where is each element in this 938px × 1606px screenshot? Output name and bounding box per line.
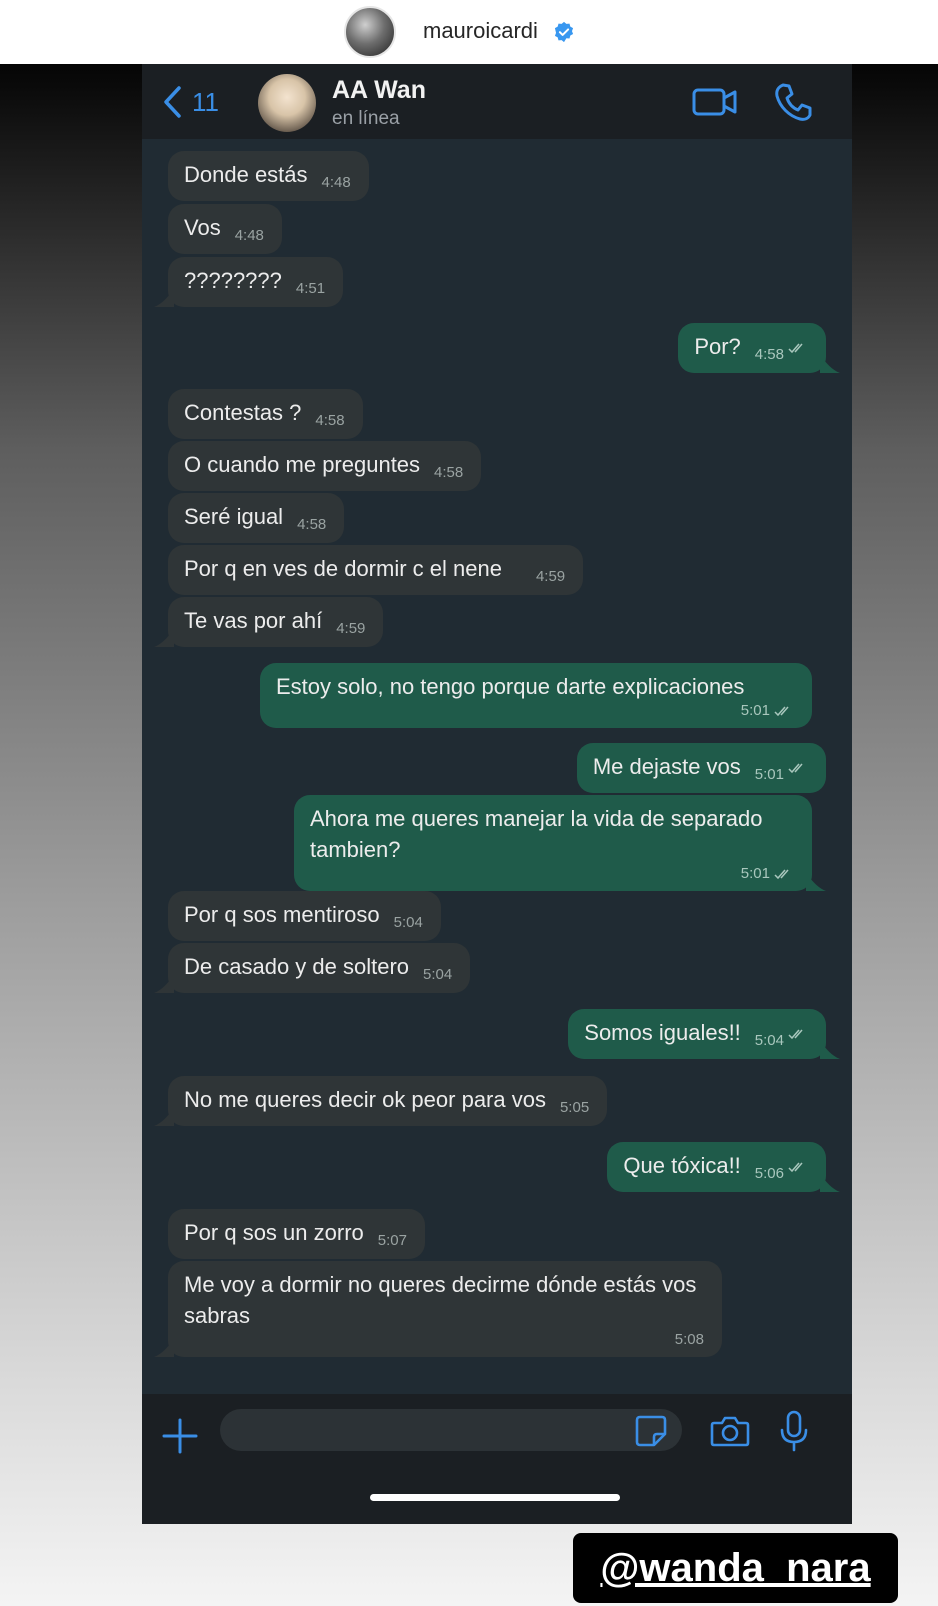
message-text: Por q sos mentiroso [184,902,380,927]
message-text: Me voy a dormir no queres decirme dónde … [184,1272,697,1328]
message-bubble-incoming[interactable]: Me voy a dormir no queres decirme dónde … [154,1261,722,1357]
message-text: Estoy solo, no tengo porque darte explic… [276,674,745,699]
message-bubble-incoming[interactable]: Por q en ves de dormir c el nene 4:59 [168,545,584,595]
double-check-icon [788,343,803,354]
message-time: 4:58 [754,346,784,363]
message-time: 4:58 [297,516,327,533]
message-text: De casado y de soltero [184,954,410,979]
message-time: 5:04 [754,1032,784,1049]
message-bubble-incoming[interactable]: De casado y de soltero 5:04 [154,943,471,993]
message-time: 4:59 [535,568,566,585]
message-time: 5:08 [674,1331,704,1348]
message-text: Por q sos un zorro [184,1220,364,1245]
composer-bar [142,1394,852,1524]
message-text: Por? [694,334,741,359]
message-input[interactable] [220,1409,682,1451]
bubble-tail [820,1174,840,1192]
bubble-tail [154,289,174,307]
message-time: 5:07 [377,1232,407,1249]
message-bubble-outgoing[interactable]: Ahora me queres manejar la vida de separ… [294,795,826,891]
story-header: mauroicardi [0,0,938,64]
message-bubble-incoming[interactable]: O cuando me preguntes 4:58 [168,441,482,491]
message-time: 5:01 [740,702,770,719]
message-text: Me dejaste vos [592,754,741,779]
message-time: 5:01 [754,766,784,783]
phone-icon[interactable] [774,82,812,122]
message-bubble-incoming[interactable]: Vos 4:48 [168,204,282,254]
plus-icon[interactable] [162,1418,198,1454]
message-bubble-incoming[interactable]: Seré igual 4:58 [168,493,345,543]
bubble-tail [820,355,840,373]
message-text: Vos [184,215,221,240]
message-text: No me queres decir ok peor para vos [184,1087,546,1112]
chat-screenshot: 11 AA Wan en línea Donde estás 4:48 Vos 4:… [142,64,852,1524]
double-check-icon [788,763,803,774]
bubble-tail [154,629,174,647]
message-bubble-incoming[interactable]: Donde estás 4:48 [168,151,369,201]
message-time-row: 5:01 [324,865,794,883]
message-bubble-incoming[interactable]: Por q sos mentiroso 5:04 [168,891,441,941]
message-bubble-outgoing[interactable]: Me dejaste vos 5:01 [576,743,826,793]
story-username[interactable]: mauroicardi [423,18,538,44]
double-check-icon [788,1029,803,1040]
bubble-tail [806,873,826,891]
bubble-tail [154,1339,174,1357]
video-camera-icon[interactable] [692,84,738,120]
sticker-icon[interactable] [634,1414,668,1448]
camera-icon[interactable] [710,1414,750,1448]
double-check-icon [774,869,789,880]
unread-count: 11 [192,86,219,117]
message-bubble-incoming[interactable]: ???????? 4:51 [154,257,344,307]
mention-sticker[interactable]: @wanda_nara [573,1533,898,1603]
message-text: Seré igual [184,504,284,529]
mention-text: @wanda_nara [600,1545,871,1590]
microphone-icon[interactable] [778,1410,810,1452]
story-avatar[interactable] [344,6,396,58]
message-text: Contestas ? [184,400,302,425]
verified-badge-icon [554,21,574,43]
message-time: 4:58 [315,412,345,429]
message-text: Por q en ves de dormir c el nene [184,556,502,581]
message-text: Te vas por ahí [184,608,323,633]
message-time: 4:51 [295,280,326,297]
message-time: 4:58 [434,464,464,481]
message-bubble-incoming[interactable]: Contestas ? 4:58 [168,389,363,439]
message-bubble-outgoing[interactable]: Que tóxica!! 5:06 [607,1142,840,1192]
contact-avatar[interactable] [258,74,316,132]
bubble-tail [820,1041,840,1059]
message-text: Donde estás [184,162,308,187]
message-text: Somos iguales!! [584,1020,741,1045]
message-text: O cuando me preguntes [184,452,421,477]
message-bubble-incoming[interactable]: Por q sos un zorro 5:07 [168,1209,425,1259]
message-text: Que tóxica!! [623,1153,741,1178]
message-time: 5:04 [393,914,423,931]
double-check-icon [774,706,789,717]
contact-name[interactable]: AA Wan [332,76,426,105]
message-bubble-incoming[interactable]: No me queres decir ok peor para vos 5:05 [154,1076,608,1126]
message-list: Donde estás 4:48 Vos 4:48 ???????? 4:51 Por… [142,139,852,1464]
back-button[interactable]: 11 [162,84,228,120]
message-time: 5:04 [423,966,453,983]
contact-status: en línea [332,108,400,129]
message-time: 4:59 [336,620,366,637]
chat-header: 11 AA Wan en línea [142,64,852,139]
message-time: 4:48 [321,174,351,191]
message-bubble-outgoing[interactable]: Estoy solo, no tengo porque darte explic… [260,663,812,728]
message-text: ???????? [184,268,282,293]
chevron-left-icon [164,86,181,118]
message-bubble-incoming[interactable]: Te vas por ahí 4:59 [154,597,384,647]
message-text: Ahora me queres manejar la vida de separ… [310,806,763,862]
home-indicator [370,1494,620,1501]
bubble-tail [154,975,174,993]
message-time: 5:05 [559,1099,590,1116]
message-bubble-outgoing[interactable]: Por? 4:58 [678,323,840,373]
message-time: 5:06 [754,1165,784,1182]
double-check-icon [788,1162,803,1173]
message-time: 5:01 [740,865,770,882]
message-time: 4:48 [234,227,264,244]
message-bubble-outgoing[interactable]: Somos iguales!! 5:04 [568,1009,840,1059]
bubble-tail [154,1108,174,1126]
message-time-row: 5:01 [290,702,794,720]
